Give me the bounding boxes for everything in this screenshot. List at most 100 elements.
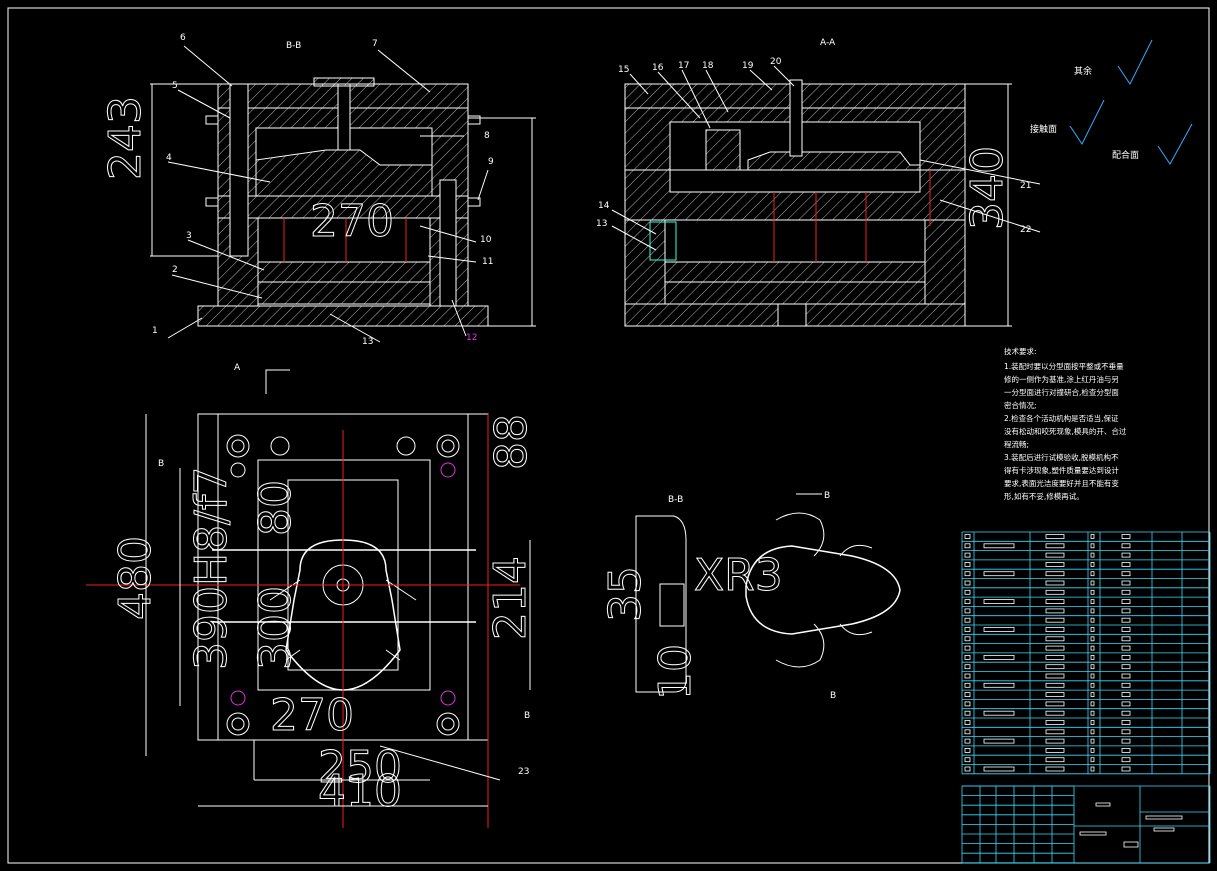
water-nozzle-3	[467, 115, 481, 125]
bom-cell-mark	[1090, 534, 1095, 539]
aa-view-title: A-A	[820, 38, 836, 48]
tech-line: 得有卡涉现象,塑件质量要达到设计	[1004, 465, 1119, 475]
bom-cell-mark	[1045, 617, 1065, 623]
bb-callout-1: 1	[152, 326, 158, 336]
bom-cell-mark	[1090, 599, 1095, 604]
bom-cell-mark	[1045, 766, 1065, 772]
technical-requirements: 技术要求: 1.装配时要以分型面按平整或不垂量 修的一侧作为基准,涂上红丹油与另…	[1004, 346, 1127, 501]
bom-cell-mark	[1121, 571, 1131, 577]
bom-cell-mark	[964, 655, 971, 660]
part-letter-b-top: B	[824, 491, 830, 501]
part-letter-b-bottom: B	[830, 691, 836, 701]
bom-cell-mark	[964, 766, 971, 772]
bom-cell-mark	[1121, 692, 1131, 697]
bom-cell-mark	[1090, 701, 1095, 707]
bom-cell-mark	[964, 636, 971, 642]
bom-cell-mark	[1090, 720, 1095, 725]
bom-cell-mark	[983, 655, 1015, 660]
bom-cell-mark	[964, 589, 971, 595]
bom-cell-mark	[964, 580, 971, 586]
aa-callout-13: 13	[596, 219, 607, 229]
plan-letter-b: B	[158, 459, 164, 469]
bb-callout-13: 13	[362, 337, 373, 347]
bb-callout-6: 6	[180, 33, 186, 43]
bom-cell-mark	[1121, 673, 1131, 679]
aa-callout-21: 21	[1020, 181, 1031, 191]
bom-cell-mark	[1121, 552, 1131, 558]
section-bb-view: B-B 243 270 1 2 3 4 5 6 7 8 9 10 11 12 1…	[100, 33, 536, 347]
bom-cell-mark	[1121, 738, 1131, 744]
bom-cell-mark	[964, 729, 971, 735]
bom-cell-mark	[1045, 748, 1065, 753]
bom-cell-mark	[1121, 655, 1131, 660]
bom-table	[961, 531, 1211, 864]
aa-callout-18: 18	[702, 61, 714, 71]
dim-part-35: 35	[600, 566, 651, 622]
bottom-clamp-plate	[197, 305, 489, 327]
bom-cell-mark	[983, 682, 1015, 688]
aa-callout-20: 20	[770, 57, 782, 67]
bom-cell-mark	[1090, 729, 1095, 735]
bom-cell-mark	[1121, 729, 1131, 735]
bom-cell-mark	[983, 543, 1015, 549]
tech-line: 程流畅;	[1004, 439, 1029, 449]
dim-plan-300: 300	[250, 586, 301, 670]
ejector-retainer-plate	[257, 261, 431, 283]
bom-cell-mark	[1045, 552, 1065, 558]
bom-cell-mark	[1045, 627, 1065, 632]
tech-line: 一分型面进行对撞研合,检查分型面	[1004, 387, 1119, 397]
bom-cell-mark	[1090, 589, 1095, 595]
bom-cell-mark	[1090, 580, 1095, 586]
bom-cell-mark	[964, 552, 971, 558]
section-aa-view: A-A 340 15 16 17 18 19 20 21 22 14 13	[596, 38, 1041, 327]
tech-line: 形,如有不妥,修模再试。	[1004, 491, 1084, 501]
symbol-mating-label: 配合面	[1112, 149, 1139, 161]
bom-cell-mark	[964, 720, 971, 725]
tech-line: 要求,表面光洁度要好并且不能有变	[1004, 478, 1119, 488]
bom-cell-mark	[1090, 552, 1095, 558]
surface-symbols: 其余 接触面 配合面	[1030, 39, 1193, 165]
bom-cell-mark	[1121, 710, 1131, 716]
bom-cell-mark	[1121, 664, 1131, 670]
bom-cell-mark	[1045, 543, 1065, 549]
bom-cell-mark	[964, 738, 971, 744]
aa-callout-14: 14	[598, 201, 610, 211]
bom-cell-mark	[1045, 580, 1065, 586]
roughness-symbol-rest	[1117, 39, 1153, 85]
bom-cell-mark	[1121, 580, 1131, 586]
bom-cell-mark	[1090, 608, 1095, 614]
ejector-plate	[257, 281, 431, 305]
dim-bb-height: 243	[100, 96, 151, 180]
bom-cell-mark	[1045, 720, 1065, 725]
bom-cell-mark	[1121, 534, 1131, 539]
bom-cell-mark	[1045, 710, 1065, 716]
bom-cell-mark	[1045, 636, 1065, 642]
aa-callout-16: 16	[652, 63, 664, 73]
dim-aa-height: 340	[962, 146, 1013, 230]
bom-cell-mark	[964, 543, 971, 549]
bom-cell-mark	[1153, 827, 1175, 832]
bom-cell-mark	[1121, 748, 1131, 753]
plan-callout-23: 23	[518, 767, 529, 777]
bom-cell-mark	[1090, 655, 1095, 660]
guide-pin	[229, 83, 249, 257]
roughness-symbol-mating	[1157, 123, 1193, 165]
bom-cell-mark	[1045, 608, 1065, 614]
bom-cell-mark	[964, 682, 971, 688]
aa-callout-22: 22	[1020, 225, 1031, 235]
bom-cell-mark	[1090, 738, 1095, 744]
bom-cell-mark	[964, 710, 971, 716]
bom-cell-mark	[964, 673, 971, 679]
bom-cell-mark	[1090, 543, 1095, 549]
dim-part-r3: XR3	[694, 550, 783, 601]
bom-cell-mark	[1090, 766, 1095, 772]
bom-cell-mark	[983, 571, 1015, 577]
bom-cell-mark	[1121, 543, 1131, 549]
bom-cell-mark	[1045, 655, 1065, 660]
dim-plan-270: 270	[270, 690, 354, 741]
bom-cell-mark	[1095, 802, 1111, 807]
bom-cell-mark	[964, 599, 971, 604]
part-bb-title: B-B	[668, 495, 683, 505]
dim-plan-80: 80	[250, 480, 301, 536]
bom-cell-mark	[1121, 757, 1131, 763]
